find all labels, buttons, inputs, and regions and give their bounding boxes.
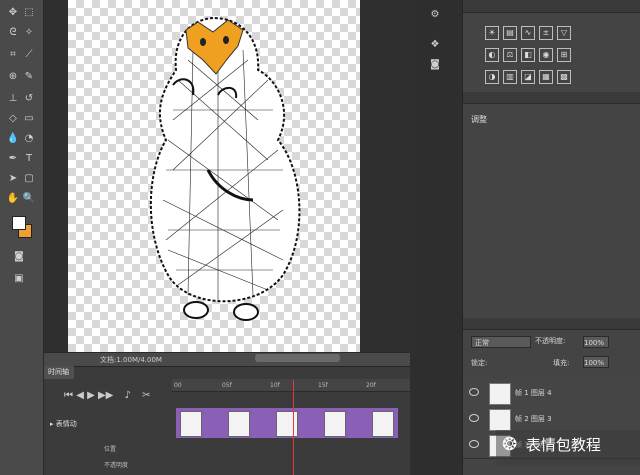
step-back-icon[interactable]: ◀ [76, 390, 84, 401]
channel-mixer-icon[interactable]: ⊞ [557, 48, 571, 62]
document-statusbar: 文档:1.00M/4.00M [44, 352, 410, 366]
frame-clip[interactable] [180, 411, 202, 437]
opacity-label: 不透明度: [535, 337, 566, 345]
frame-clip[interactable] [228, 411, 250, 437]
document-canvas[interactable] [68, 0, 360, 352]
move-tool-icon[interactable]: ✥ [6, 6, 20, 20]
history-icon[interactable]: ⚙ [428, 8, 442, 22]
step-forward-icon[interactable]: ▶▶ [98, 390, 113, 401]
marquee-tool-icon[interactable]: ⬚ [22, 6, 36, 20]
lock-label: 锁定: [471, 359, 488, 367]
layer-name: 帧 2 图层 3 [515, 415, 552, 423]
eye-icon[interactable] [469, 388, 479, 396]
ruler-tick: 10f [270, 382, 280, 389]
horizontal-scrollbar[interactable] [255, 354, 340, 362]
clone-stamp-icon[interactable]: ⊥ [6, 92, 20, 106]
shape-tool-icon[interactable]: ▢ [22, 172, 36, 186]
photo-filter-icon[interactable]: ◉ [539, 48, 553, 62]
timeline-playhead[interactable] [293, 380, 294, 475]
wechat-icon: ❂ [502, 434, 518, 455]
levels-icon[interactable]: ▤ [503, 26, 517, 40]
crop-tool-icon[interactable]: ⌗ [6, 48, 20, 62]
healing-brush-icon[interactable]: ⊕ [6, 70, 20, 84]
track-label-opacity: 不透明度 [104, 462, 129, 469]
watermark-text: 表情包教程 [525, 436, 601, 454]
blur-tool-icon[interactable]: 💧 [6, 132, 20, 146]
posterize-icon[interactable]: ▥ [503, 70, 517, 84]
opacity-input[interactable]: 100% [583, 336, 609, 348]
vibrance-icon[interactable]: ▽ [557, 26, 571, 40]
exposure-icon[interactable]: ± [539, 26, 553, 40]
fill-label: 填充: [553, 359, 570, 367]
layer-name: 帧 1 图层 4 [515, 389, 552, 397]
selective-color-icon[interactable]: ▩ [557, 70, 571, 84]
adjustments-tabs[interactable] [463, 0, 640, 13]
tools-panel: ✥ ⬚ ᘓ ✧ ⌗ ⟋ ⊕ ✎ ⊥ ↺ ◇ ▭ 💧 ◔ ✒ T ➤ ▢ ✋ 🔍 … [0, 0, 44, 475]
history-brush-icon[interactable]: ↺ [22, 92, 36, 106]
split-icon[interactable]: ✂ [142, 390, 150, 401]
screen-mode-icon[interactable]: ▣ [12, 272, 26, 286]
dodge-tool-icon[interactable]: ◔ [22, 132, 36, 146]
layers-tabs[interactable] [463, 318, 640, 330]
tab-timeline[interactable]: 时间轴 [44, 366, 74, 379]
properties-tabs[interactable] [463, 92, 640, 104]
styles-icon[interactable]: ◙ [428, 58, 442, 72]
magic-wand-icon[interactable]: ✧ [22, 26, 36, 40]
gradient-tool-icon[interactable]: ▭ [22, 112, 36, 126]
bw-icon[interactable]: ◧ [521, 48, 535, 62]
document-size-text: 文档:1.00M/4.00M [100, 356, 162, 364]
layer-thumbnail [489, 409, 511, 431]
foreground-color-swatch[interactable] [12, 216, 26, 230]
eye-icon[interactable] [469, 414, 479, 422]
threshold-icon[interactable]: ◪ [521, 70, 535, 84]
watermark: ❂ 表情包教程 [496, 430, 640, 466]
track-label-position: 位置 [104, 446, 117, 453]
layer-thumbnail [489, 383, 511, 405]
zoom-tool-icon[interactable]: 🔍 [22, 192, 36, 206]
timeline-controls: ⏮ ◀ ▶ ▶▶ ♪ ✂ [64, 390, 151, 401]
brush-tool-icon[interactable]: ✎ [22, 70, 36, 84]
audio-icon[interactable]: ♪ [125, 390, 131, 401]
layer-group-label[interactable]: ▸ 表情动 [50, 419, 77, 429]
gradient-map-icon[interactable]: ▦ [539, 70, 553, 84]
ruler-tick: 15f [318, 382, 328, 389]
color-balance-icon[interactable]: ⚖ [503, 48, 517, 62]
invert-icon[interactable]: ◑ [485, 70, 499, 84]
go-first-icon[interactable]: ⏮ [64, 390, 73, 401]
lasso-tool-icon[interactable]: ᘓ [6, 26, 20, 40]
eyedropper-icon[interactable]: ⟋ [22, 48, 36, 62]
brightness-icon[interactable]: ☀ [485, 26, 499, 40]
ruler-tick: 20f [366, 382, 376, 389]
ruler-tick: 00 [174, 382, 182, 389]
ruler-tick: 05f [222, 382, 232, 389]
frame-clip[interactable] [276, 411, 298, 437]
timeline-frame-strip[interactable] [176, 408, 398, 438]
frame-clip[interactable] [372, 411, 394, 437]
path-select-icon[interactable]: ➤ [6, 172, 20, 186]
hamster-illustration [149, 16, 301, 321]
properties-label: 调整 [471, 115, 487, 124]
blend-mode-select[interactable]: 正常 [471, 336, 531, 348]
curves-icon[interactable]: ∿ [521, 26, 535, 40]
layer-row[interactable]: 帧 1 图层 4 [463, 380, 640, 407]
frame-clip[interactable] [324, 411, 346, 437]
type-tool-icon[interactable]: T [22, 152, 36, 166]
eye-icon[interactable] [469, 440, 479, 448]
hue-icon[interactable]: ◐ [485, 48, 499, 62]
timeline-ruler[interactable]: 00 05f 10f 15f 20f [172, 379, 410, 392]
panel-dock: ⚙ ❖ ◙ [410, 0, 462, 475]
hand-tool-icon[interactable]: ✋ [6, 192, 20, 206]
quick-mask-icon[interactable]: ◙ [12, 250, 26, 264]
layer-row[interactable]: 帧 2 图层 3 [463, 406, 640, 433]
swatches-icon[interactable]: ❖ [428, 38, 442, 52]
eraser-tool-icon[interactable]: ◇ [6, 112, 20, 126]
play-icon[interactable]: ▶ [87, 390, 95, 401]
pen-tool-icon[interactable]: ✒ [6, 152, 20, 166]
fill-input[interactable]: 100% [583, 356, 609, 368]
